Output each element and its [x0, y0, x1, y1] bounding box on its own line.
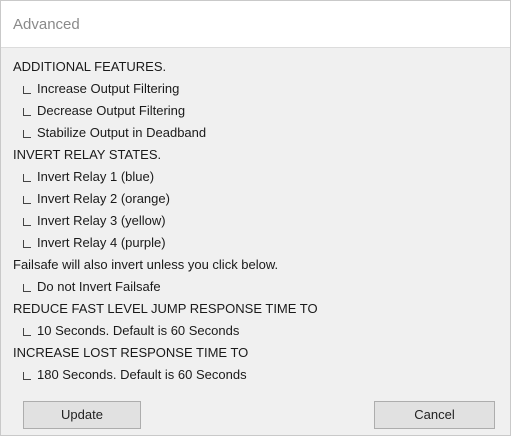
checkbox-label: 180 Seconds. Default is 60 Seconds: [37, 367, 247, 382]
checkbox-icon[interactable]: [23, 240, 31, 248]
checkbox-icon[interactable]: [23, 218, 31, 226]
checkbox-180-seconds[interactable]: 180 Seconds. Default is 60 Seconds: [13, 364, 500, 386]
checkbox-increase-output-filtering[interactable]: Increase Output Filtering: [13, 78, 500, 100]
checkbox-do-not-invert-failsafe[interactable]: Do not Invert Failsafe: [13, 276, 500, 298]
checkbox-label: Invert Relay 4 (purple): [37, 235, 166, 250]
checkbox-10-seconds[interactable]: 10 Seconds. Default is 60 Seconds: [13, 320, 500, 342]
checkbox-label: 10 Seconds. Default is 60 Seconds: [37, 323, 240, 338]
additional-features-header: ADDITIONAL FEATURES.: [13, 59, 167, 74]
checkbox-label: Do not Invert Failsafe: [37, 279, 161, 294]
lost-response-header: INCREASE LOST RESPONSE TIME TO: [13, 345, 249, 360]
checkbox-icon[interactable]: [23, 284, 31, 292]
invert-relay-header: INVERT RELAY STATES.: [13, 147, 162, 162]
fast-level-jump-header: REDUCE FAST LEVEL JUMP RESPONSE TIME TO: [13, 301, 318, 316]
dialog-title: Advanced: [13, 16, 80, 33]
checkbox-stabilize-output[interactable]: Stabilize Output in Deadband: [13, 122, 500, 144]
checkbox-invert-relay-2[interactable]: Invert Relay 2 (orange): [13, 188, 500, 210]
advanced-dialog: Advanced ADDITIONAL FEATURES. Increase O…: [0, 0, 511, 436]
checkbox-invert-relay-1[interactable]: Invert Relay 1 (blue): [13, 166, 500, 188]
checkbox-icon[interactable]: [23, 108, 31, 116]
checkbox-invert-relay-3[interactable]: Invert Relay 3 (yellow): [13, 210, 500, 232]
checkbox-invert-relay-4[interactable]: Invert Relay 4 (purple): [13, 232, 500, 254]
checkbox-icon[interactable]: [23, 372, 31, 380]
checkbox-decrease-output-filtering[interactable]: Decrease Output Filtering: [13, 100, 500, 122]
checkbox-label: Increase Output Filtering: [37, 81, 180, 96]
cancel-button[interactable]: Cancel: [374, 401, 495, 429]
checkbox-label: Stabilize Output in Deadband: [37, 125, 207, 140]
checkbox-label: Invert Relay 1 (blue): [37, 169, 155, 184]
checkbox-icon[interactable]: [23, 130, 31, 138]
checkbox-icon[interactable]: [23, 174, 31, 182]
title-bar: Advanced: [1, 1, 510, 48]
checkbox-label: Invert Relay 3 (yellow): [37, 213, 166, 228]
checkbox-label: Decrease Output Filtering: [37, 103, 186, 118]
checkbox-icon[interactable]: [23, 328, 31, 336]
checkbox-label: Invert Relay 2 (orange): [37, 191, 170, 206]
failsafe-note: Failsafe will also invert unless you cli…: [13, 257, 279, 272]
options-panel: ADDITIONAL FEATURES. Increase Output Fil…: [13, 56, 500, 386]
update-button[interactable]: Update: [23, 401, 141, 429]
checkbox-icon[interactable]: [23, 86, 31, 94]
checkbox-icon[interactable]: [23, 196, 31, 204]
